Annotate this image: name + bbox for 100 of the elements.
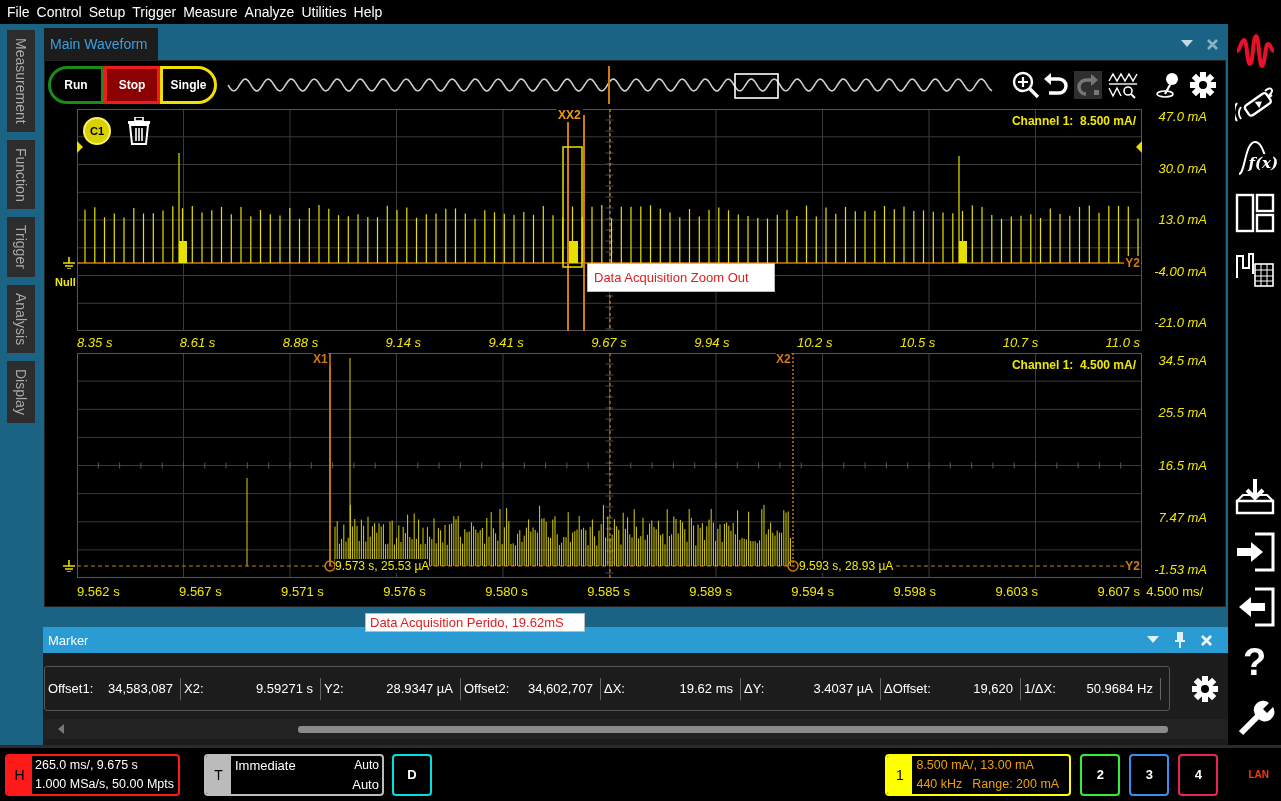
side-tab[interactable]: Analysis (7, 285, 35, 354)
level-marker-icon[interactable] (77, 141, 83, 153)
menu-item[interactable]: Measure (183, 3, 244, 21)
cursor-label[interactable]: Y2 (1124, 256, 1141, 270)
field-label: Offset1: (48, 681, 94, 696)
settings-icon[interactable] (1192, 675, 1218, 702)
menu-item[interactable]: Help (353, 3, 389, 21)
field-label: ΔOffset: (884, 681, 931, 696)
field-value: 19.62 ms (679, 681, 733, 696)
field-value: 50.9684 Hz (1086, 681, 1153, 696)
field-value: 34,602,707 (527, 681, 593, 696)
single-button[interactable]: Single (160, 66, 217, 104)
dropdown-icon[interactable] (1181, 40, 1193, 48)
menu-item[interactable]: Analyze (244, 3, 301, 21)
layout-icon[interactable] (1234, 193, 1275, 233)
channel-button[interactable]: 3 (1129, 753, 1170, 796)
side-tab[interactable]: Measurement (7, 30, 35, 132)
ground-icon (63, 560, 75, 572)
channel-settings[interactable]: 1 8.500 mA/, 13.00 mA 440 kHz Range: 200 mA (885, 753, 1072, 796)
axis-label: 9.589 s (689, 583, 732, 599)
menu-item[interactable]: Setup (88, 3, 132, 21)
cursor-point-icon (324, 560, 336, 572)
scrollbar-thumb[interactable] (298, 725, 1168, 733)
channel-button[interactable]: 4 (1178, 753, 1219, 796)
cursor-readout: 9.573 s, 25.53 µA (335, 559, 430, 573)
menu-item[interactable]: File (7, 3, 36, 21)
menu-item[interactable]: Trigger (132, 3, 183, 21)
zoom-in-icon[interactable] (1012, 71, 1040, 99)
level-marker-icon[interactable] (1136, 141, 1142, 153)
run-button[interactable]: Run (48, 66, 104, 104)
joystick-icon[interactable] (1155, 71, 1181, 99)
cursor-label[interactable]: XX2 (556, 109, 583, 122)
axis-label: 16.5 mA (1158, 457, 1207, 474)
menu-item[interactable]: Control (36, 3, 88, 21)
trigger-settings[interactable]: T Immediate Auto Auto (203, 753, 384, 796)
cursor-readout: 9.593 s, 28.93 µA (799, 559, 894, 573)
cursor-label[interactable]: X1 (313, 353, 328, 366)
scroll-left-icon[interactable] (58, 724, 64, 734)
field-label: X2: (184, 681, 204, 696)
field-value: 3.4037 µA (813, 681, 873, 696)
axis-label: 25.5 mA (1158, 405, 1207, 422)
menu-item[interactable]: Utilities (301, 3, 353, 21)
window-tab[interactable]: Main Waveform (44, 28, 158, 60)
pin-icon[interactable] (1175, 632, 1185, 648)
waveform-overview[interactable] (226, 66, 995, 104)
login-icon[interactable] (1234, 532, 1275, 572)
close-icon[interactable] (1207, 38, 1218, 50)
cursor-label[interactable]: X2 (776, 353, 791, 366)
axis-label: 9.580 s (485, 583, 528, 599)
axis-label: 4.500 ms/ (1145, 583, 1205, 599)
field-label: ΔX: (604, 681, 625, 696)
axis-label: 9.585 s (587, 583, 630, 599)
axis-label: 34.5 mA (1158, 353, 1207, 369)
field-value: 34,583,087 (107, 681, 173, 696)
digital-button[interactable]: D (391, 753, 432, 796)
save-icon[interactable] (1234, 477, 1275, 517)
axis-label: 9.94 s (694, 334, 730, 350)
side-tab[interactable]: Trigger (7, 217, 35, 278)
side-tab[interactable]: Display (7, 361, 35, 424)
waveform-search-icon[interactable] (1108, 71, 1138, 99)
field-label: ΔY: (744, 681, 765, 696)
annotation-tooltip: Data Acquisition Zoom Out (587, 263, 775, 292)
cursor-point-icon (787, 560, 799, 572)
stop-button[interactable]: Stop (104, 66, 160, 104)
axis-label: 9.571 s (281, 583, 324, 599)
axis-label: 30.0 mA (1158, 160, 1207, 177)
axis-label: 9.567 s (179, 583, 222, 599)
axis-label: 8.35 s (77, 334, 113, 350)
channel-badge[interactable]: C1 (83, 117, 111, 145)
channel-scale-label: Channel 1: 4.500 mA/ (1011, 358, 1136, 372)
panel-title: Marker (47, 632, 89, 648)
axis-label: 10.2 s (797, 334, 833, 350)
axis-label: 9.67 s (591, 334, 627, 350)
channel-button[interactable]: 2 (1080, 753, 1121, 796)
field-value: 28.9347 µA (386, 681, 453, 696)
axis-label: 10.7 s (1002, 334, 1039, 350)
axis-label: 9.594 s (791, 583, 834, 599)
cursor-label[interactable]: Y2 (1124, 559, 1141, 573)
annotation-tooltip: Data Acquisition Perido, 19.62mS (365, 613, 585, 632)
field-label: Offset2: (464, 681, 510, 696)
scrollbar[interactable] (44, 719, 1228, 739)
logo-icon[interactable] (1234, 34, 1275, 68)
side-tab[interactable]: Function (7, 139, 35, 210)
axis-label: 9.576 s (383, 583, 426, 599)
axis-label: 11.0 s (1105, 334, 1141, 350)
axis-label: 10.5 s (899, 334, 936, 350)
axis-label: 9.603 s (995, 583, 1039, 599)
settings-icon[interactable] (1189, 71, 1217, 99)
field-value: 19,620 (973, 681, 1013, 696)
axis-label: 13.0 mA (1158, 212, 1207, 228)
axis-label: 8.88 s (282, 334, 319, 350)
field-label: Y2: (324, 681, 344, 696)
dropdown-icon[interactable] (1147, 636, 1159, 644)
help-icon[interactable]: ? (1234, 642, 1275, 682)
axis-label: 9.14 s (385, 334, 421, 350)
trash-icon[interactable] (127, 117, 151, 145)
network-status: LAN (1248, 769, 1269, 780)
axis-label: 9.562 s (77, 583, 120, 599)
axis-label: 9.598 s (893, 583, 937, 599)
axis-label: 9.41 s (488, 334, 524, 350)
